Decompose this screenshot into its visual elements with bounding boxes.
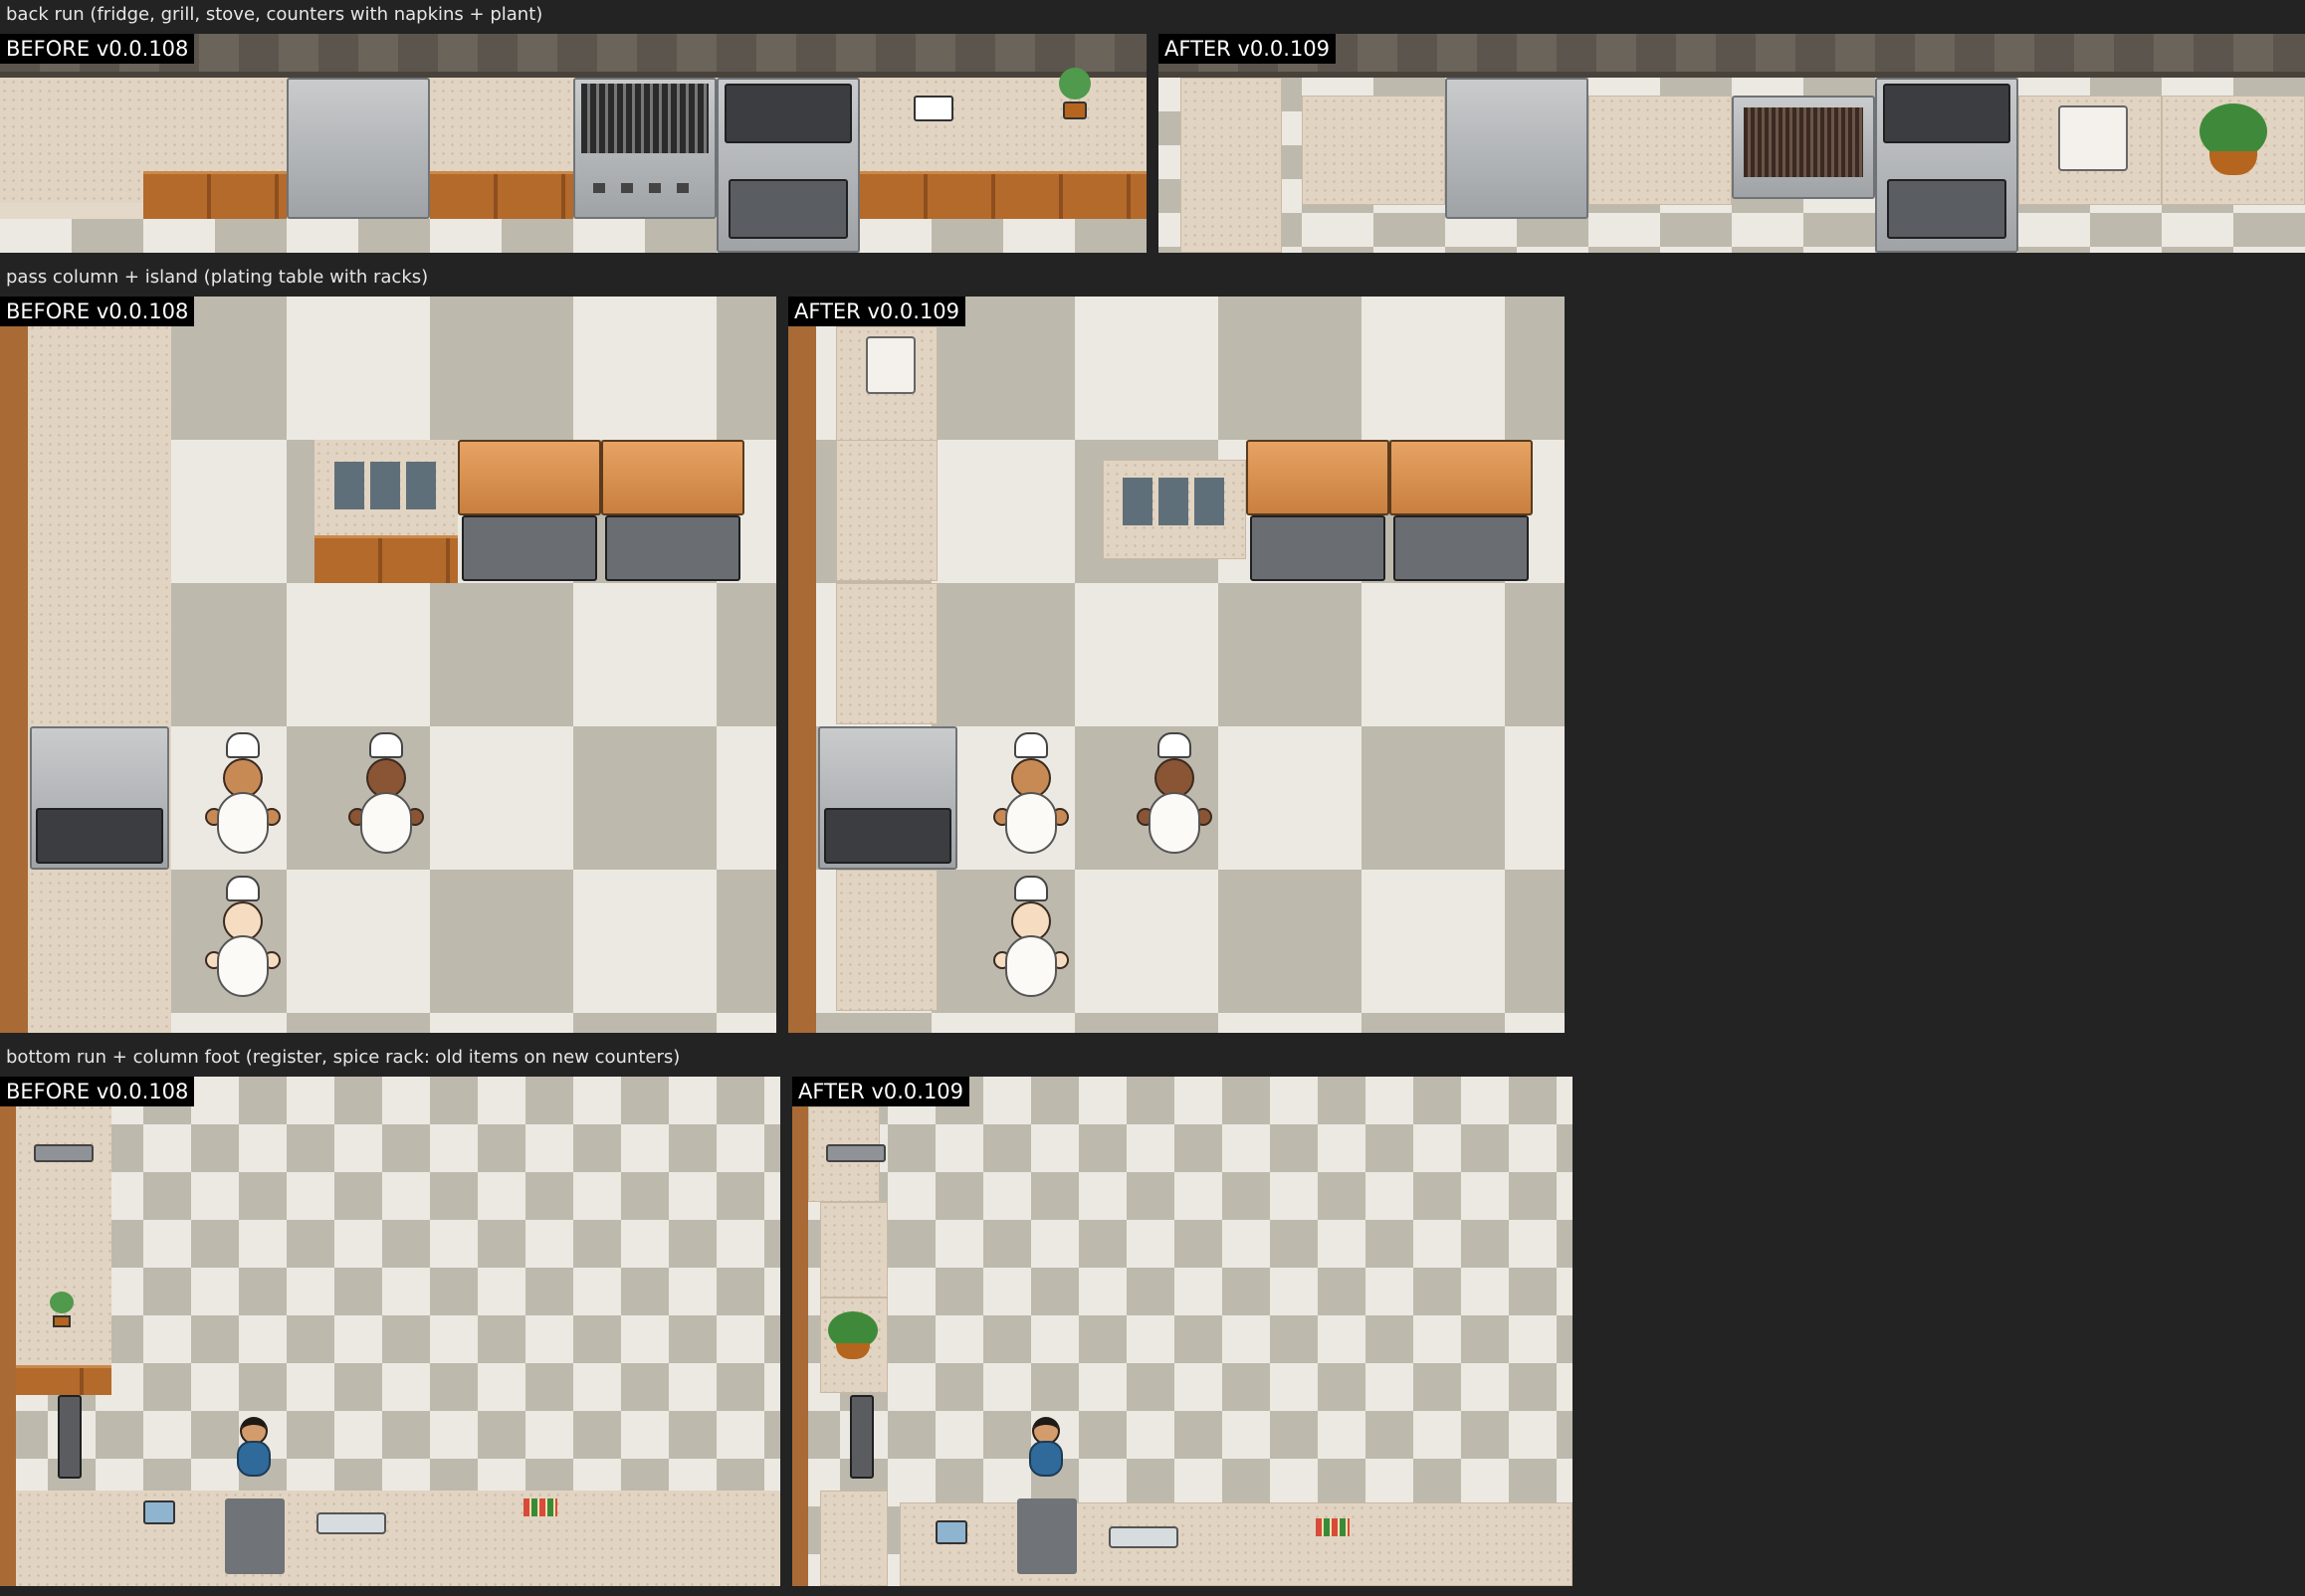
register-stand <box>850 1395 874 1479</box>
table-undershelf <box>462 515 597 581</box>
panel-label-before: BEFORE v0.0.108 <box>0 297 194 326</box>
column-counter <box>836 870 938 1011</box>
panel-label-after: AFTER v0.0.109 <box>1158 34 1336 64</box>
heat-lamp-pass-icon <box>30 726 169 870</box>
fridge-icon <box>287 78 430 219</box>
grill-icon <box>573 78 717 219</box>
panel-label-before: BEFORE v0.0.108 <box>0 34 194 64</box>
panel-pass-column-after: AFTER v0.0.109 <box>788 297 1565 1033</box>
sink-icon <box>1017 1498 1077 1574</box>
stove-icon <box>1875 78 2018 253</box>
column-counter <box>820 1491 888 1586</box>
panel-label-after: AFTER v0.0.109 <box>788 297 965 326</box>
wood-ledge <box>0 297 28 1033</box>
section-title-pass-column: pass column + island (plating table with… <box>6 267 428 289</box>
potted-plant-icon <box>48 1292 76 1331</box>
wood-cabinet <box>860 171 1147 219</box>
panel-label-before: BEFORE v0.0.108 <box>0 1077 194 1106</box>
panel-bottom-run-before: BEFORE v0.0.108 <box>0 1077 780 1586</box>
wood-cabinet <box>430 171 573 219</box>
counter <box>1588 96 1732 205</box>
butcher-block-table-icon <box>458 440 601 515</box>
grill-icon <box>1732 96 1875 199</box>
column-counter <box>836 440 938 581</box>
paper-towel-icon <box>1109 1526 1178 1548</box>
butcher-block-table-icon <box>1246 440 1389 515</box>
register-icon <box>936 1520 967 1544</box>
waiter-icon <box>229 1417 279 1477</box>
wood-cabinet <box>143 171 287 219</box>
floor-tiles <box>0 219 1147 253</box>
paper-towel-icon <box>866 336 916 394</box>
chef-icon <box>991 732 1071 862</box>
knife-block-icon <box>826 1144 886 1162</box>
stove-icon <box>717 78 860 253</box>
spice-rack-icon <box>524 1498 557 1516</box>
potted-plant-icon <box>1053 68 1097 125</box>
butcher-block-table-icon <box>1389 440 1533 515</box>
knife-block-icon <box>34 1144 94 1162</box>
fridge-icon <box>1445 78 1588 219</box>
paper-towel-icon <box>316 1512 386 1534</box>
chef-icon <box>1135 732 1214 862</box>
register-icon <box>143 1500 175 1524</box>
panel-label-after: AFTER v0.0.109 <box>792 1077 969 1106</box>
column-counter <box>836 583 938 724</box>
sink-icon <box>225 1498 285 1574</box>
chef-icon <box>203 876 283 1005</box>
plating-rack-icon <box>334 462 438 509</box>
spice-rack-icon <box>1316 1518 1350 1536</box>
counter <box>1302 96 1445 205</box>
chef-icon <box>346 732 426 862</box>
paper-towel-icon <box>2058 105 2128 171</box>
waiter-icon <box>1021 1417 1071 1477</box>
plating-rack-icon <box>1123 478 1226 525</box>
potted-plant-icon <box>2200 103 2267 175</box>
potted-plant-icon <box>828 1311 878 1361</box>
chef-icon <box>203 732 283 862</box>
pass-column-counter <box>28 297 171 1033</box>
wood-ledge <box>792 1077 808 1586</box>
column-counter <box>820 1202 888 1297</box>
chef-icon <box>991 876 1071 1005</box>
panel-back-run-after: AFTER v0.0.109 <box>1158 34 2305 253</box>
column-counter <box>1180 78 1282 253</box>
bottom-run-counter <box>900 1502 1572 1586</box>
wood-ledge <box>788 297 816 1033</box>
table-undershelf <box>1393 515 1529 581</box>
table-undershelf <box>1250 515 1385 581</box>
register-stand <box>58 1395 82 1479</box>
panel-back-run-before: BEFORE v0.0.108 <box>0 34 1147 253</box>
wood-ledge <box>0 1077 16 1586</box>
section-title-bottom-run: bottom run + column foot (register, spic… <box>6 1047 680 1069</box>
section-title-back-run: back run (fridge, grill, stove, counters… <box>6 4 542 26</box>
table-undershelf <box>605 515 740 581</box>
wood-cabinet <box>314 535 458 583</box>
butcher-block-table-icon <box>601 440 744 515</box>
heat-lamp-pass-icon <box>818 726 957 870</box>
wood-cabinet <box>16 1365 111 1395</box>
panel-bottom-run-after: AFTER v0.0.109 <box>792 1077 1572 1586</box>
panel-pass-column-before: BEFORE v0.0.108 <box>0 297 776 1033</box>
napkin-holder-icon <box>914 96 953 121</box>
bottom-run-counter <box>16 1491 780 1586</box>
